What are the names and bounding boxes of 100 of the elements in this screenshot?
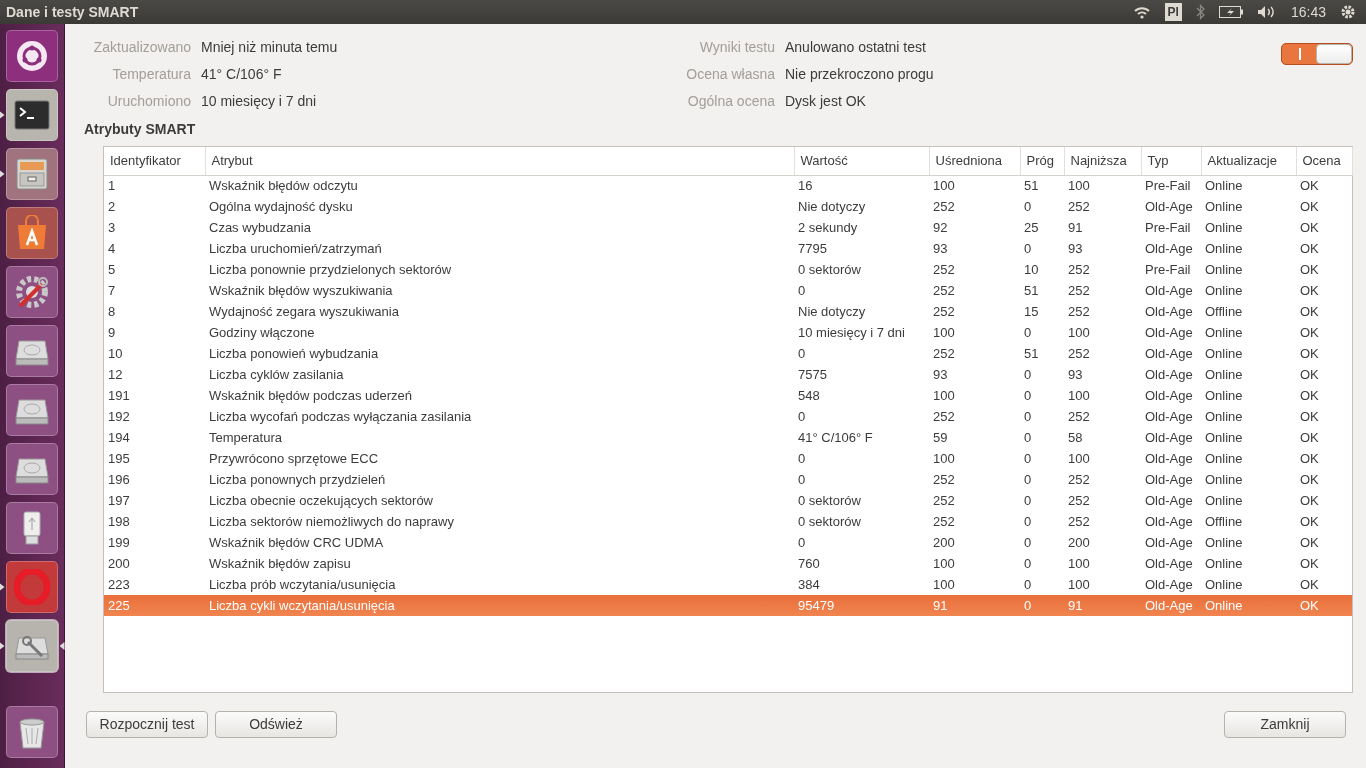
- column-header[interactable]: Ocena: [1296, 147, 1352, 175]
- launcher-item[interactable]: [6, 30, 58, 82]
- table-cell-text: 3: [107, 218, 117, 237]
- column-header[interactable]: Typ: [1141, 147, 1201, 175]
- table-cell-text: 0: [1023, 470, 1033, 489]
- table-cell-text: 195: [107, 449, 131, 468]
- table-cell-text: Old-Age: [1144, 470, 1194, 489]
- table-cell-text: Online: [1204, 554, 1244, 573]
- table-cell-text: Online: [1204, 281, 1244, 300]
- table-cell-text: 0: [797, 281, 807, 300]
- table-cell-text: 100: [932, 323, 956, 342]
- table-cell-text: 199: [107, 533, 131, 552]
- dialog-button[interactable]: Zamknij: [1224, 711, 1346, 738]
- column-header[interactable]: Uśredniona: [929, 147, 1020, 175]
- table-cell-text: Online: [1204, 260, 1244, 279]
- table-cell-text: 252: [932, 491, 956, 510]
- table-cell: OK: [1296, 595, 1352, 616]
- table-cell-text: 197: [107, 491, 131, 510]
- table-cell: OK: [1296, 574, 1352, 595]
- table-cell-text: Old-Age: [1144, 512, 1194, 531]
- table-cell-text: 252: [1067, 491, 1091, 510]
- table-cell-text: 760: [797, 554, 821, 573]
- table-cell-text: 252: [1067, 281, 1091, 300]
- battery-icon: [1218, 6, 1243, 18]
- table-cell: Wskaźnik błędów odczytu: [205, 175, 794, 196]
- table-cell-text: 0: [1023, 512, 1033, 531]
- table-cell: 225: [104, 595, 205, 616]
- table-cell: Online: [1201, 175, 1296, 196]
- keyboard-layout-indicator[interactable]: Pl: [1164, 3, 1182, 21]
- table-cell-text: 51: [1023, 281, 1040, 300]
- table-cell-text: Online: [1204, 491, 1244, 510]
- table-cell: Liczba prób wczytania/usunięcia: [205, 574, 794, 595]
- table-cell-text: 100: [932, 386, 956, 405]
- column-header[interactable]: Identyfikator: [104, 147, 205, 175]
- table-cell-text: Online: [1204, 533, 1244, 552]
- table-cell-text: Liczba sektorów niemożliwych do naprawy: [208, 512, 455, 531]
- column-header[interactable]: Najniższa: [1064, 147, 1141, 175]
- table-cell-text: OK: [1299, 281, 1320, 300]
- table-cell: Online: [1201, 595, 1296, 616]
- column-header[interactable]: Aktualizacje: [1201, 147, 1296, 175]
- table-cell-text: Liczba wycofań podczas wyłączania zasilania: [208, 407, 473, 426]
- table-cell-text: Online: [1204, 386, 1244, 405]
- table-cell-text: Old-Age: [1144, 554, 1194, 573]
- table-cell-text: Old-Age: [1144, 365, 1194, 384]
- launcher-item[interactable]: [6, 207, 58, 259]
- table-cell: 1: [104, 175, 205, 196]
- table-cell-text: OK: [1299, 386, 1320, 405]
- toggle-switch[interactable]: [1281, 43, 1353, 65]
- table-cell-text: Old-Age: [1144, 491, 1194, 510]
- table-cell-text: 192: [107, 407, 131, 426]
- dialog-button[interactable]: Odśwież: [215, 711, 337, 738]
- table-cell-text: 93: [1067, 365, 1084, 384]
- launcher-item[interactable]: [6, 502, 58, 554]
- table-cell-text: 252: [1067, 260, 1091, 279]
- table-cell-text: Old-Age: [1144, 428, 1194, 447]
- table-cell-text: 198: [107, 512, 131, 531]
- launcher-item[interactable]: [6, 706, 58, 758]
- table-cell-text: Liczba uruchomień/zatrzymań: [208, 239, 383, 258]
- table-cell-text: Old-Age: [1144, 386, 1194, 405]
- column-header[interactable]: Wartość: [794, 147, 929, 175]
- info-value: Nie przekroczono progu: [785, 65, 934, 84]
- info-value: Dysk jest OK: [785, 92, 866, 111]
- table-cell-text: 0: [1023, 449, 1033, 468]
- table-cell-text: 0: [1023, 533, 1033, 552]
- table-cell-text: 252: [1067, 407, 1091, 426]
- table-cell-text: 93: [932, 239, 949, 258]
- table-cell-text: 0: [1023, 491, 1033, 510]
- table-cell-text: Online: [1204, 197, 1244, 216]
- speaker-icon: [1256, 5, 1277, 19]
- table-cell-text: Online: [1204, 323, 1244, 342]
- circle-logo-icon: [14, 38, 50, 74]
- info-label: Ogólna ocena: [686, 92, 775, 111]
- launcher-item[interactable]: [6, 266, 58, 318]
- table-cell-text: 191: [107, 386, 131, 405]
- table-cell-text: OK: [1299, 218, 1320, 237]
- table-cell-text: 200: [932, 533, 956, 552]
- table-cell-text: OK: [1299, 302, 1320, 321]
- table-cell: Pre-Fail: [1141, 175, 1201, 196]
- launcher-item[interactable]: [6, 325, 58, 377]
- info-value: Mniej niż minuta temu: [201, 38, 338, 57]
- column-header[interactable]: Atrybut: [205, 147, 794, 175]
- table-cell-text: 252: [932, 260, 956, 279]
- table-cell-text: OK: [1299, 512, 1320, 531]
- table-cell-text: Pre-Fail: [1144, 260, 1192, 279]
- table-cell-text: OK: [1299, 470, 1320, 489]
- table-cell-text: 7795: [797, 239, 828, 258]
- table-cell-text: Old-Age: [1144, 407, 1194, 426]
- table-cell-text: Nie dotyczy: [797, 197, 867, 216]
- launcher-item[interactable]: [6, 384, 58, 436]
- table-cell-text: 10: [107, 344, 124, 363]
- table-cell-text: Czas wybudzania: [208, 218, 312, 237]
- table-cell-text: 196: [107, 470, 131, 489]
- launcher-item[interactable]: [6, 89, 58, 141]
- column-header[interactable]: Próg: [1020, 147, 1064, 175]
- table-cell: 100: [1064, 574, 1141, 595]
- table-cell-text: 252: [1067, 197, 1091, 216]
- dialog-button[interactable]: Rozpocznij test: [86, 711, 208, 738]
- launcher-item[interactable]: [6, 443, 58, 495]
- table-cell-text: Pre-Fail: [1144, 218, 1192, 237]
- bluetooth-icon: [1195, 4, 1205, 20]
